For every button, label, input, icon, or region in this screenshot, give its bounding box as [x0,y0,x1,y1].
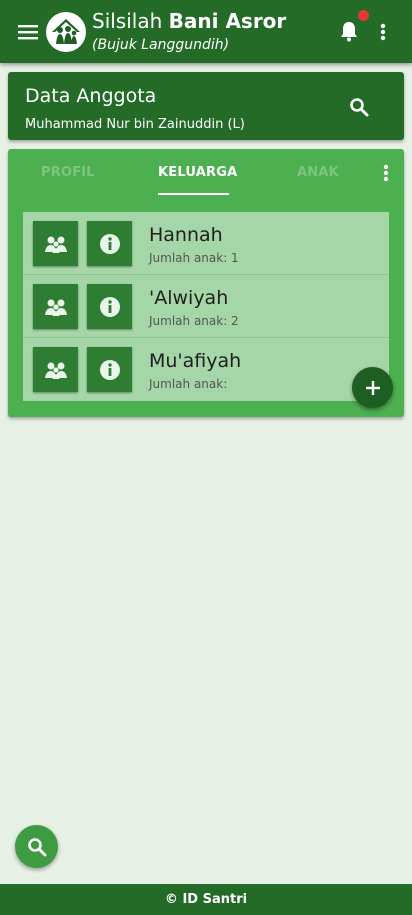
search-icon [27,837,46,856]
info-button[interactable] [87,284,132,329]
tab-keluarga[interactable]: KELUARGA [158,165,237,180]
app-title-bold: Bani Asror [168,8,287,33]
bell-icon [341,22,357,42]
hamburger-icon [18,24,38,39]
footer: © ID Santri [0,884,412,915]
family-button[interactable] [33,221,78,266]
member-search-button[interactable] [346,94,372,120]
list-item: 'Alwiyah Jumlah anak: 2 [23,275,389,338]
search-fab-button[interactable] [15,825,58,868]
info-icon [99,296,120,317]
more-vertical-icon [380,23,386,41]
app-subtitle: (Bujuk Langgundih) [92,36,230,53]
children-count: Jumlah anak: 2 [149,314,239,328]
notification-badge [358,10,369,21]
family-button[interactable] [33,284,78,329]
member-name: Muhammad Nur bin Zainuddin (L) [25,117,245,132]
family-button[interactable] [33,347,78,392]
info-button[interactable] [87,221,132,266]
family-list: Hannah Jumlah anak: 1 'Alwiyah Jumlah an… [23,212,389,401]
member-card: Data Anggota Muhammad Nur bin Zainuddin … [8,72,404,140]
notifications-button[interactable] [336,18,362,44]
list-item: Hannah Jumlah anak: 1 [23,212,389,275]
tab-anak[interactable]: ANAK [297,165,339,180]
app-title-prefix: Silsilah [92,8,169,33]
member-name-label: 'Alwiyah [149,287,229,309]
family-icon [44,299,67,316]
more-vertical-icon [383,164,389,182]
list-item: Mu'afiyah Jumlah anak: [23,338,389,401]
plus-icon [365,380,380,395]
children-count: Jumlah anak: 1 [149,251,239,265]
app-title-block: Silsilah Bani Asror (Bujuk Langgundih) [92,9,286,55]
member-card-title: Data Anggota [25,85,157,107]
info-icon [99,359,120,380]
tabs-more-button[interactable] [378,161,394,185]
member-name-label: Mu'afiyah [149,350,242,372]
menu-button[interactable] [8,0,48,63]
active-tab-indicator [158,193,229,195]
tab-profil[interactable]: PROFIL [41,165,95,180]
search-icon [350,98,369,117]
family-home-logo [52,18,80,44]
footer-text: © ID Santri [164,892,248,907]
family-icon [44,236,67,253]
app-bar: Silsilah Bani Asror (Bujuk Langgundih) [0,0,412,63]
app-title: Silsilah Bani Asror [92,9,286,33]
app-logo [46,11,86,52]
member-name-label: Hannah [149,224,223,246]
info-icon [99,233,120,254]
add-member-button[interactable] [352,367,393,408]
children-count: Jumlah anak: [149,377,228,391]
info-button[interactable] [87,347,132,392]
more-options-button[interactable] [374,18,392,46]
family-panel: PROFIL KELUARGA ANAK Hannah Jumlah anak:… [8,149,404,417]
family-icon [44,362,67,379]
